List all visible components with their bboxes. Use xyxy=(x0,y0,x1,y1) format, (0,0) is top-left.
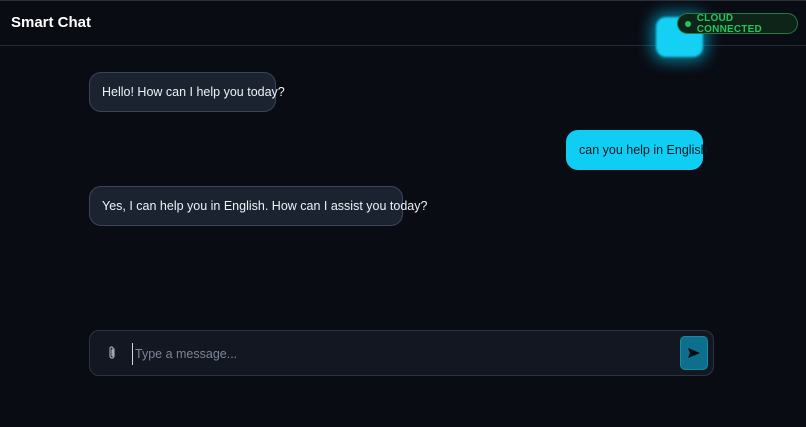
message-composer xyxy=(89,330,714,376)
message-input[interactable] xyxy=(132,343,672,365)
message-text: Hello! How can I help you today? xyxy=(102,85,285,99)
message-text: can you help in English xyxy=(579,143,708,157)
assistant-message: Yes, I can help you in English. How can … xyxy=(89,186,427,226)
status-badge: CLOUD CONNECTED xyxy=(677,12,798,35)
attach-button[interactable] xyxy=(102,343,122,363)
header-bar: Smart Chat CLOUD CONNECTED xyxy=(0,0,806,57)
paperclip-icon xyxy=(109,346,115,359)
status-dot-icon xyxy=(685,20,691,27)
chat-app: Smart Chat CLOUD CONNECTED Hello! How ca… xyxy=(0,0,806,427)
send-icon xyxy=(688,348,700,358)
assistant-message: Hello! How can I help you today? xyxy=(89,72,285,112)
send-button[interactable] xyxy=(680,336,708,370)
app-title: Smart Chat xyxy=(11,14,92,31)
message-text: Yes, I can help you in English. How can … xyxy=(102,199,428,213)
status-text: CLOUD CONNECTED xyxy=(696,12,762,35)
user-message: can you help in English xyxy=(566,130,708,170)
